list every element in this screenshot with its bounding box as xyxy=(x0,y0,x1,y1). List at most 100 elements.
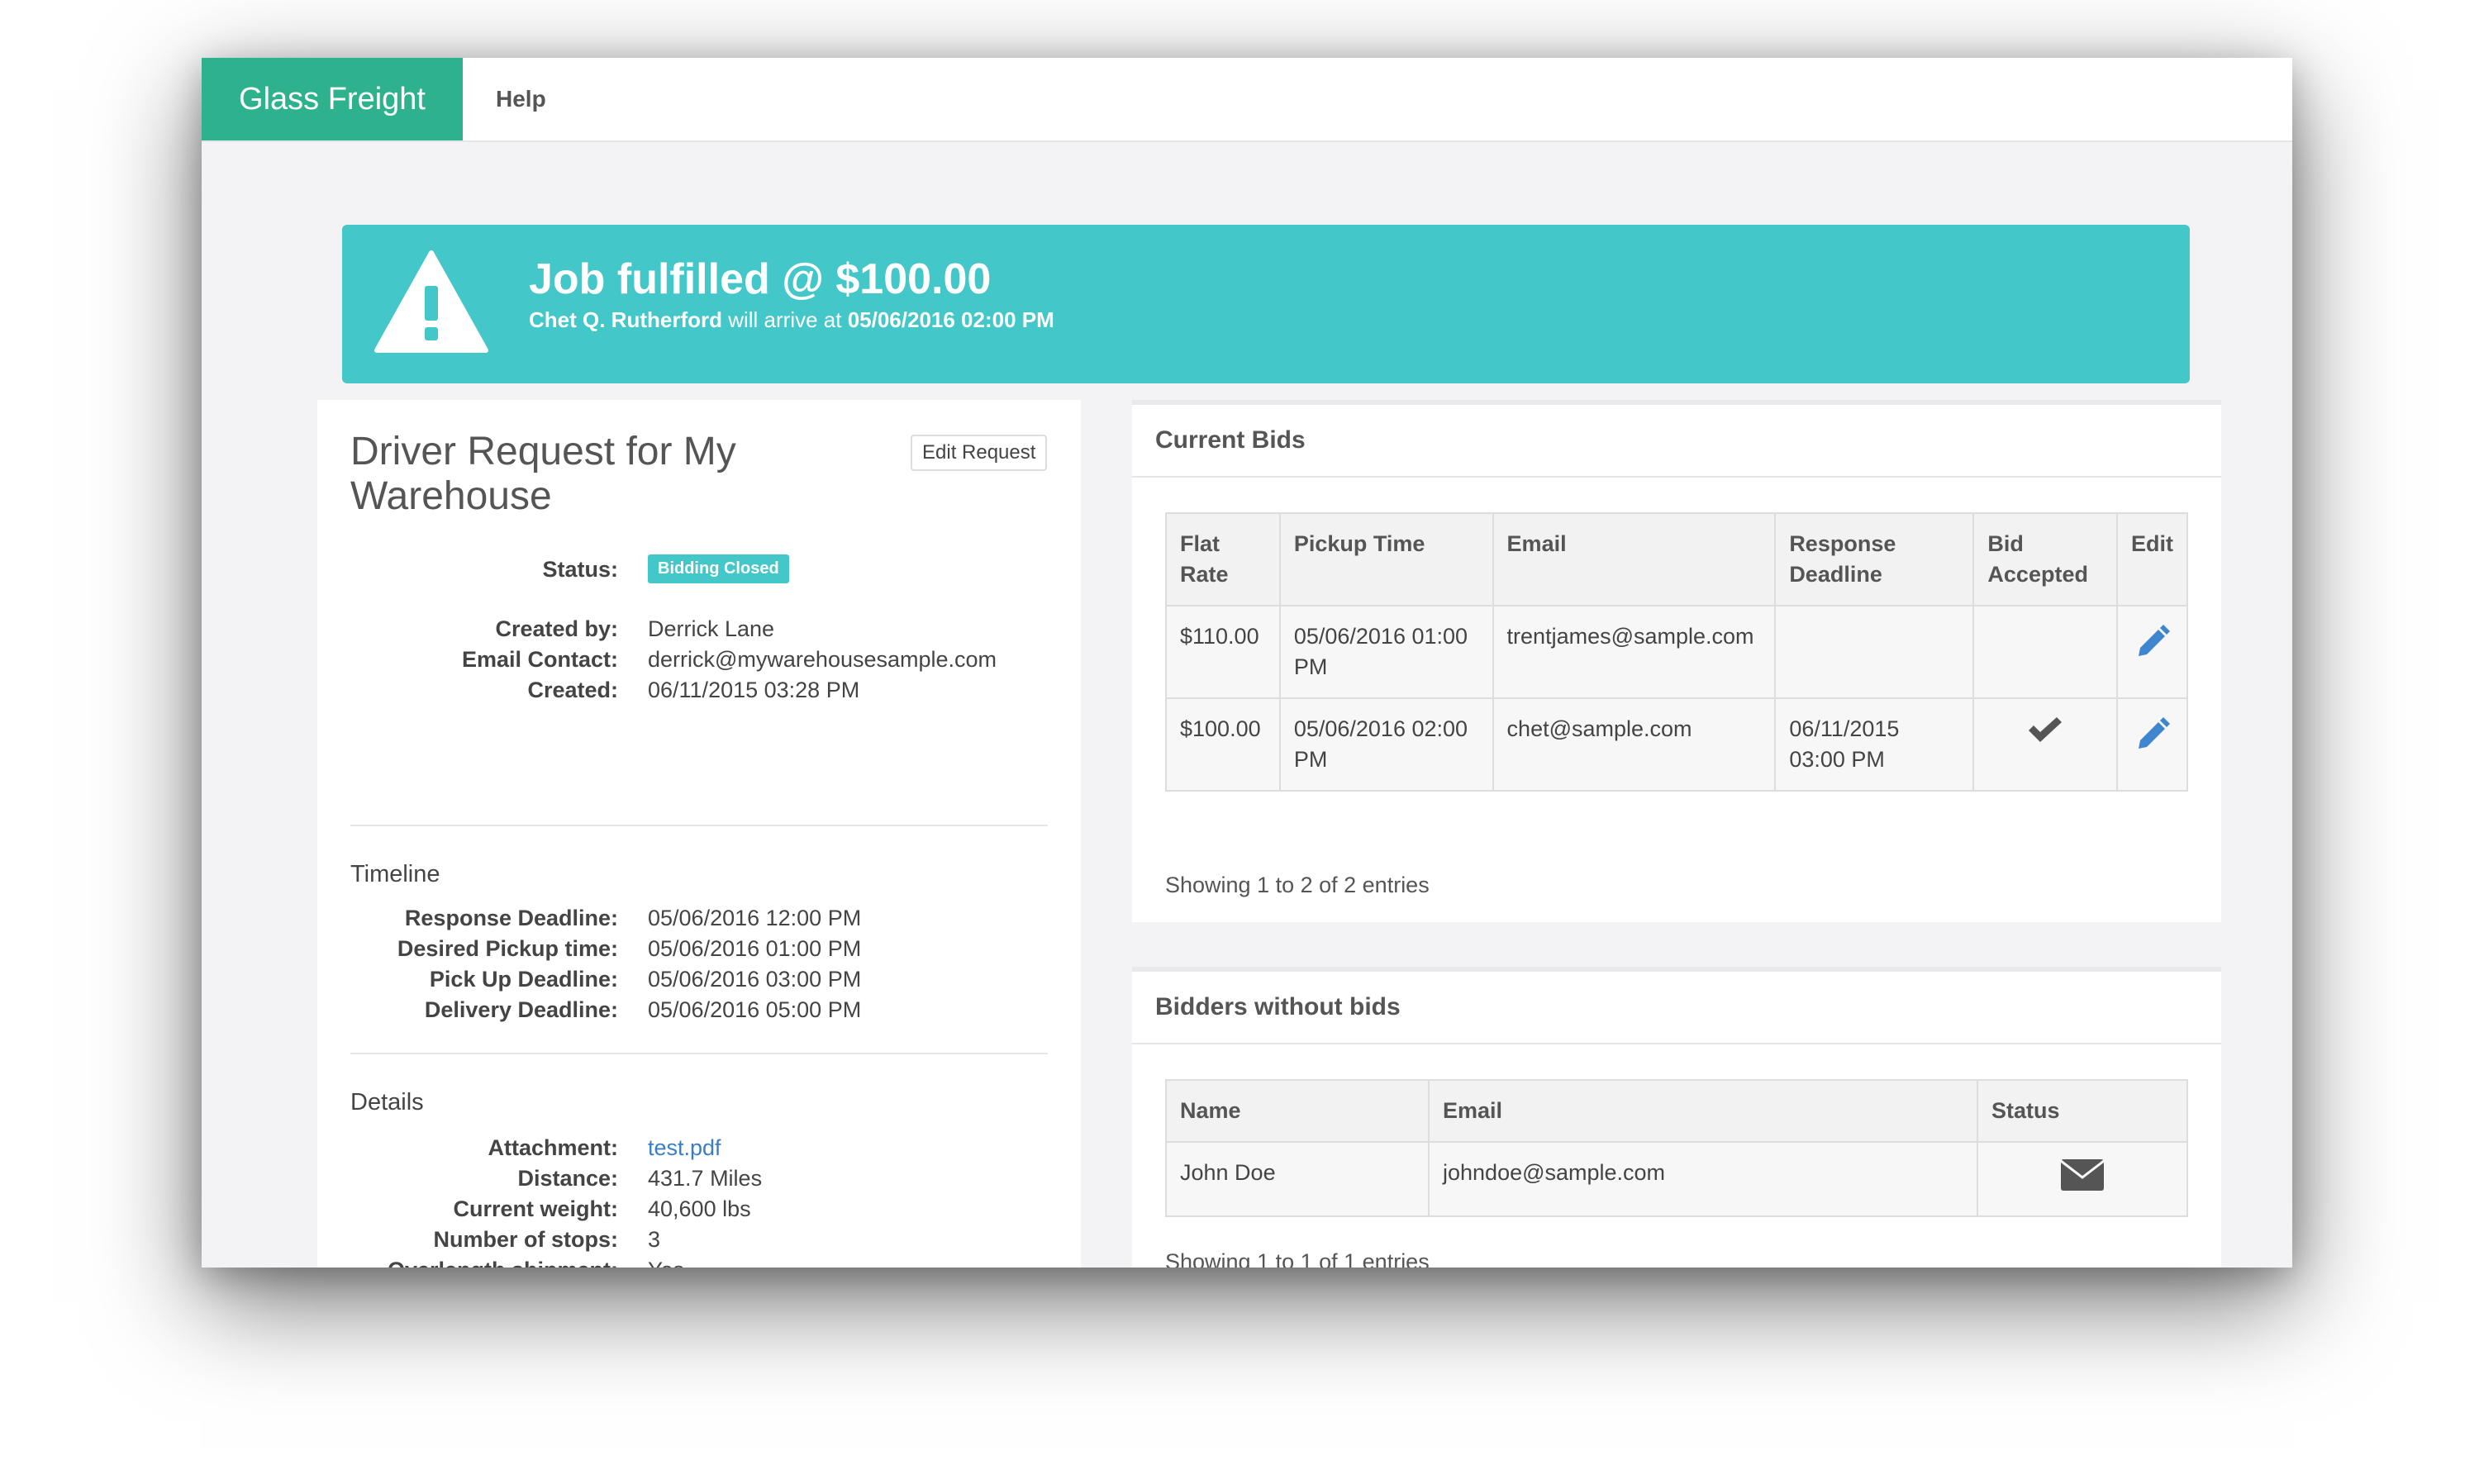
pencil-icon[interactable] xyxy=(2134,621,2172,659)
status-badge: Bidding Closed xyxy=(648,554,789,583)
bid-pickup: 05/06/2016 02:00 PM xyxy=(1278,697,1494,792)
timeline-value: 05/06/2016 03:00 PM xyxy=(648,967,862,992)
details-value: 3 xyxy=(648,1227,661,1252)
bidders-table: Name Email Status John Doe johndoe@sampl… xyxy=(1165,1079,2188,1217)
table-row: $100.00 05/06/2016 02:00 PM chet@sample.… xyxy=(1165,697,2188,792)
timeline-label: Pick Up Deadline: xyxy=(429,967,618,992)
bid-email: trentjames@sample.com xyxy=(1492,605,1777,699)
details-label: Current weight: xyxy=(453,1196,619,1221)
bidder-status-cell xyxy=(1977,1141,2188,1217)
details-row: Attachment: test.pdf xyxy=(317,1135,1081,1166)
job-fulfilled-alert: Job fulfilled @ $100.00 Chet Q. Rutherfo… xyxy=(342,225,2190,383)
edit-request-button[interactable]: Edit Request xyxy=(911,435,1048,471)
current-bids-heading: Current Bids xyxy=(1132,405,2221,478)
bid-pickup: 05/06/2016 01:00 PM xyxy=(1278,605,1494,699)
warning-triangle-icon xyxy=(374,250,488,353)
app-window: Glass Freight Help Job fulfilled @ $100.… xyxy=(202,58,2292,1268)
page-title: Driver Request for My Warehouse xyxy=(350,430,736,518)
col-name[interactable]: Name xyxy=(1165,1079,1430,1143)
created-label: Created: xyxy=(527,678,618,702)
timeline-value: 05/06/2016 12:00 PM xyxy=(648,906,862,930)
timeline-value: 05/06/2016 05:00 PM xyxy=(648,997,862,1022)
details-row: Number of stops: 3 xyxy=(317,1227,1081,1258)
col-pickup-time[interactable]: Pickup Time xyxy=(1278,512,1494,606)
alert-subtitle: Chet Q. Rutherford will arrive at 05/06/… xyxy=(529,307,1054,333)
bid-rate: $100.00 xyxy=(1165,697,1281,792)
email-contact-row: Email Contact: derrick@mywarehousesample… xyxy=(317,647,1081,678)
created-by-label: Created by: xyxy=(495,616,618,641)
details-row: Current weight: 40,600 lbs xyxy=(317,1196,1081,1227)
bidders-heading: Bidders without bids xyxy=(1132,972,2221,1044)
divider xyxy=(350,1053,1048,1054)
details-label: Number of stops: xyxy=(433,1227,618,1252)
pencil-icon[interactable] xyxy=(2134,714,2172,752)
created-by-value: Derrick Lane xyxy=(648,616,775,641)
details-label: Distance: xyxy=(517,1166,618,1191)
email-contact-value: derrick@mywarehousesample.com xyxy=(648,647,997,672)
details-row: Distance: 431.7 Miles xyxy=(317,1166,1081,1196)
table-header-row: Flat Rate Pickup Time Email Response Dea… xyxy=(1165,512,2188,606)
current-bids-panel: Current Bids Flat Rate Pickup Time Email… xyxy=(1132,400,2221,922)
attachment-link[interactable]: test.pdf xyxy=(648,1135,721,1160)
details-section: Attachment: test.pdf Distance: 431.7 Mil… xyxy=(317,1135,1081,1268)
table-row: $110.00 05/06/2016 01:00 PM trentjames@s… xyxy=(1165,605,2188,699)
divider xyxy=(350,825,1048,826)
details-value: Yes xyxy=(648,1258,684,1268)
alert-mid-text: will arrive at xyxy=(722,307,848,332)
bidder-name: John Doe xyxy=(1165,1141,1430,1217)
table-header-row: Name Email Status xyxy=(1165,1079,2188,1143)
arrival-time: 05/06/2016 02:00 PM xyxy=(847,307,1054,332)
bidders-showing-count: Showing 1 to 1 of 1 entries xyxy=(1165,1249,1430,1268)
col-flat-rate[interactable]: Flat Rate xyxy=(1165,512,1281,606)
col-response-deadline[interactable]: Response Deadline xyxy=(1774,512,1975,606)
timeline-label: Response Deadline: xyxy=(404,906,618,930)
details-label: Attachment: xyxy=(488,1135,618,1160)
timeline-row: Delivery Deadline: 05/06/2016 05:00 PM xyxy=(317,997,1081,1028)
col-bid-accepted[interactable]: Bid Accepted xyxy=(1972,512,2118,606)
created-by-row: Created by: Derrick Lane xyxy=(317,616,1081,647)
status-row: Status: Bidding Closed xyxy=(317,554,1081,587)
bids-table: Flat Rate Pickup Time Email Response Dea… xyxy=(1165,512,2188,792)
col-email[interactable]: Email xyxy=(1428,1079,1978,1143)
alert-title: Job fulfilled @ $100.00 xyxy=(529,255,992,303)
bid-email: chet@sample.com xyxy=(1492,697,1777,792)
bid-accepted-cell xyxy=(1972,605,2118,699)
col-status[interactable]: Status xyxy=(1977,1079,2188,1143)
status-label: Status: xyxy=(542,557,618,582)
timeline-row: Desired Pickup time: 05/06/2016 01:00 PM xyxy=(317,936,1081,967)
bids-showing-count: Showing 1 to 2 of 2 entries xyxy=(1165,873,1430,897)
details-value: 40,600 lbs xyxy=(648,1196,751,1221)
timeline-row: Pick Up Deadline: 05/06/2016 03:00 PM xyxy=(317,967,1081,997)
details-label: Overlength shipment: xyxy=(388,1258,618,1268)
edit-cell xyxy=(2116,697,2188,792)
col-edit[interactable]: Edit xyxy=(2116,512,2188,606)
timeline-row: Response Deadline: 05/06/2016 12:00 PM xyxy=(317,906,1081,936)
timeline-label: Delivery Deadline: xyxy=(424,997,618,1022)
table-row: John Doe johndoe@sample.com xyxy=(1165,1141,2188,1217)
envelope-icon xyxy=(2060,1159,2105,1191)
bidders-without-bids-panel: Bidders without bids Name Email Status J… xyxy=(1132,967,2221,1268)
bid-accepted-cell xyxy=(1972,697,2118,792)
top-navbar: Glass Freight Help xyxy=(202,58,2292,142)
details-row: Overlength shipment: Yes xyxy=(317,1258,1081,1268)
checkmark-icon xyxy=(2029,717,2063,742)
driver-name: Chet Q. Rutherford xyxy=(529,307,722,332)
creator-section: Created by: Derrick Lane Email Contact: … xyxy=(317,616,1081,708)
timeline-heading: Timeline xyxy=(350,861,440,887)
created-value: 06/11/2015 03:28 PM xyxy=(648,678,860,702)
edit-cell xyxy=(2116,605,2188,699)
timeline-section: Response Deadline: 05/06/2016 12:00 PM D… xyxy=(317,906,1081,1028)
nav-help-link[interactable]: Help xyxy=(496,58,546,140)
col-email[interactable]: Email xyxy=(1492,512,1777,606)
email-contact-label: Email Contact: xyxy=(461,647,618,672)
request-details-panel: Driver Request for My Warehouse Edit Req… xyxy=(317,400,1081,1268)
timeline-label: Desired Pickup time: xyxy=(397,936,618,961)
status-section: Status: Bidding Closed xyxy=(317,554,1081,587)
bid-rate: $110.00 xyxy=(1165,605,1281,699)
bid-deadline xyxy=(1774,605,1975,699)
brand-logo[interactable]: Glass Freight xyxy=(202,58,463,140)
bidder-email: johndoe@sample.com xyxy=(1428,1141,1978,1217)
timeline-value: 05/06/2016 01:00 PM xyxy=(648,936,862,961)
bid-deadline: 06/11/2015 03:00 PM xyxy=(1774,697,1975,792)
details-heading: Details xyxy=(350,1089,424,1115)
